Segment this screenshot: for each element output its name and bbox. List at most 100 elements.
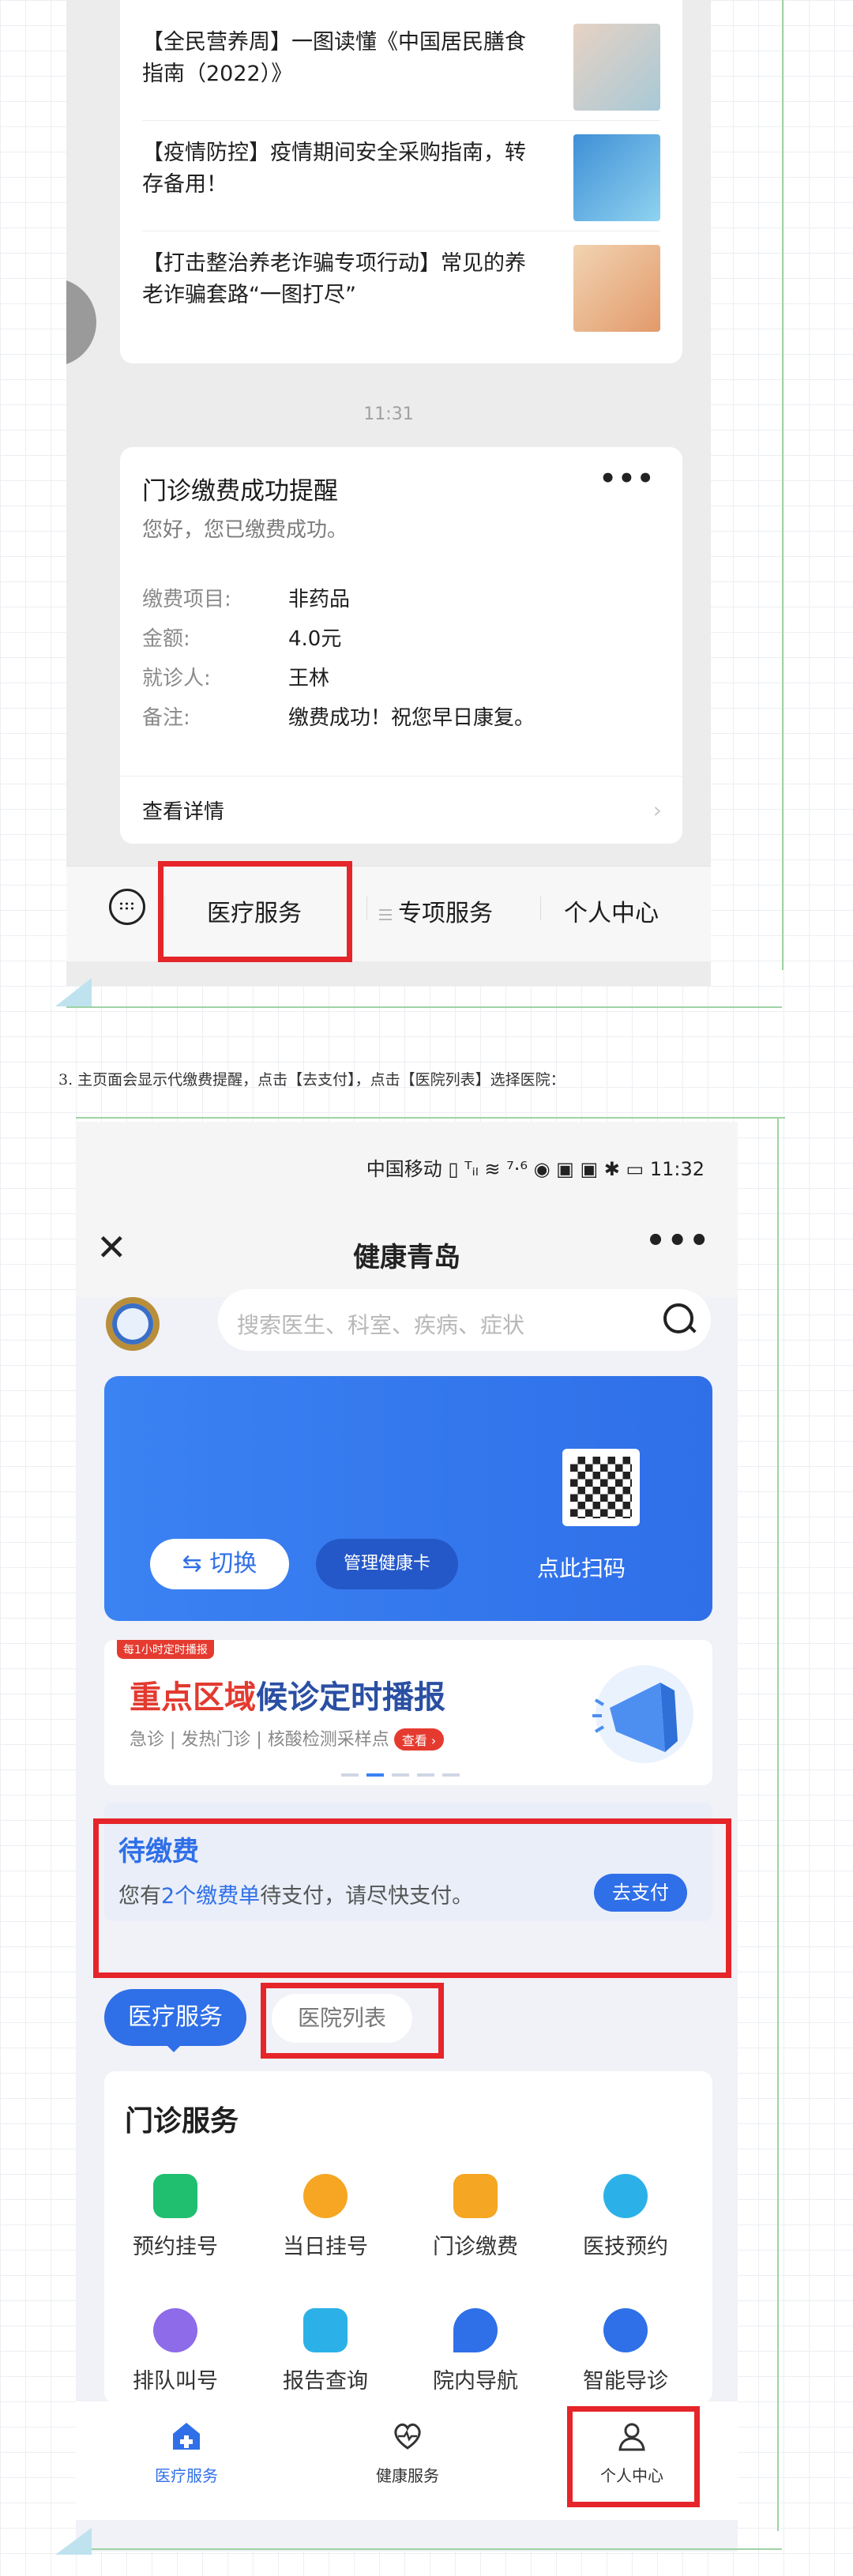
news-thumbnail (573, 24, 660, 111)
scan-label[interactable]: 点此扫码 (537, 1551, 626, 1583)
service-navigation[interactable]: 院内导航 (404, 2308, 547, 2394)
broadcast-banner[interactable]: 每1小时定时播报 重点区域候诊定时播报 急诊 | 发热门诊 | 核酸检测采样点查… (104, 1640, 712, 1785)
outpatient-service-card: 门诊服务 预约挂号 当日挂号 门诊缴费 医技预约 排队叫号 报告查询 院内导航 … (104, 2071, 712, 2403)
row-value: 非药品 (288, 588, 351, 611)
banner-subtitle: 急诊 | 发热门诊 | 核酸检测采样点 查看 › (130, 1725, 445, 1751)
service-exam-booking[interactable]: 医技预约 (554, 2174, 697, 2260)
switch-button[interactable]: ⇆ 切换 (150, 1539, 289, 1589)
highlight-box (158, 861, 352, 962)
list-item[interactable]: 【全民营养周】一图读懂《中国居民膳食指南（2022）》 (142, 9, 660, 121)
banner-sub-text: 急诊 | 发热门诊 | 核酸检测采样点 (130, 1730, 389, 1750)
search-placeholder: 搜索医生、科室、疾病、症状 (237, 1312, 525, 1338)
service-label: 智能导诊 (583, 2369, 668, 2394)
location-pin-icon (453, 2308, 498, 2352)
service-payment[interactable]: 门诊缴费 (404, 2174, 547, 2260)
divider (540, 897, 541, 920)
service-appointment[interactable]: 预约挂号 (104, 2174, 246, 2260)
service-queue[interactable]: 排队叫号 (104, 2308, 246, 2394)
banner-title: 重点区域候诊定时播报 (130, 1672, 445, 1717)
service-label: 当日挂号 (283, 2235, 368, 2259)
megaphone-icon (592, 1665, 693, 1763)
news-thumbnail (573, 134, 660, 221)
list-item[interactable]: 【打击整治养老诈骗专项行动】常见的养老诈骗套路“一图打尽” (142, 231, 660, 341)
row-key: 缴费项目: (142, 588, 231, 611)
step-caption: 3. 主页面会显示代缴费提醒，点击【去支付】，点击【医院列表】选择医院： (58, 1071, 566, 1089)
banner-title-blue: 候诊定时播报 (256, 1679, 445, 1716)
view-button[interactable]: 查看 › (393, 1728, 445, 1751)
dot (366, 1773, 384, 1777)
message-timestamp: 11:31 (363, 404, 414, 424)
corner-decoration (55, 2528, 92, 2555)
row-key: 备注: (142, 706, 190, 730)
section-title: 门诊服务 (125, 2105, 239, 2138)
banner-tag: 每1小时定时播报 (117, 1640, 214, 1659)
app-logo (106, 1297, 160, 1351)
heart-icon (394, 2423, 421, 2450)
wallet-icon (453, 2174, 498, 2218)
row-key: 金额: (142, 627, 190, 651)
view-details-label: 查看详情 (142, 800, 225, 824)
divider (366, 897, 367, 920)
nav-bar: ✕ 健康青岛 ••• (76, 1209, 738, 1297)
highlight-box (261, 1983, 444, 2059)
menu-label: 专项服务 (398, 900, 493, 927)
status-text: 中国移动 ▯ ᵀᵢₗ ≋ ⁷·⁶ ◉ ▣ ▣ ✱ ▭ 11:32 (366, 1158, 705, 1180)
search-icon[interactable] (663, 1303, 693, 1333)
carousel-dots (341, 1765, 468, 1780)
service-report[interactable]: 报告查询 (254, 2308, 396, 2394)
detail-row: 备注: 缴费成功！祝您早日康复。 (142, 701, 535, 731)
frame-line (782, 0, 783, 970)
dot (341, 1773, 359, 1777)
chat-icon (603, 2308, 648, 2352)
keyboard-icon[interactable] (109, 889, 145, 925)
menu-icon (379, 908, 392, 920)
payment-notice-card: 门诊缴费成功提醒 ••• 您好，您已缴费成功。 缴费项目: 非药品 金额: 4.0元… (120, 447, 682, 844)
banner-title-red: 重点区域 (130, 1679, 256, 1716)
tab-medical[interactable]: 医疗服务 (115, 2420, 257, 2486)
tab-label: 健康服务 (376, 2466, 439, 2485)
home-medical-icon (173, 2423, 200, 2450)
row-value: 4.0元 (288, 627, 342, 651)
calendar-icon (153, 2174, 197, 2218)
service-label: 排队叫号 (133, 2369, 218, 2394)
dropper-icon (603, 2174, 648, 2218)
news-title: 【打击整治养老诈骗专项行动】常见的养老诈骗套路“一图打尽” (142, 251, 526, 307)
screenshot-wechat-chat: 【全民营养周】一图读懂《中国居民膳食指南（2022）》 【疫情防控】疫情期间安全… (66, 0, 711, 986)
card-subtitle: 您好，您已缴费成功。 (142, 518, 348, 542)
corner-decoration (55, 978, 92, 1006)
dot (417, 1773, 434, 1777)
row-value: 王林 (288, 667, 330, 690)
frame-line (777, 1117, 779, 2531)
dot (442, 1773, 460, 1777)
person-icon (153, 2308, 197, 2352)
service-smart-guide[interactable]: 智能导诊 (554, 2308, 697, 2394)
frame-line (66, 1006, 782, 1008)
qr-code-icon[interactable] (562, 1449, 640, 1526)
menu-special-service[interactable]: 专项服务 (379, 893, 493, 928)
chevron-right-icon: › (652, 797, 662, 823)
document-icon (303, 2308, 348, 2352)
avatar (66, 278, 96, 367)
page-title: 健康青岛 (353, 1242, 460, 1273)
more-icon[interactable]: ••• (599, 463, 656, 495)
service-label: 门诊缴费 (433, 2235, 518, 2259)
frame-line (66, 2548, 782, 2550)
manage-health-card-button[interactable]: 管理健康卡 (316, 1539, 458, 1589)
news-thumbnail (573, 245, 660, 332)
card-title: 门诊缴费成功提醒 (142, 477, 338, 506)
news-title: 【全民营养周】一图读懂《中国居民膳食指南（2022）》 (142, 30, 526, 86)
service-label: 报告查询 (283, 2369, 368, 2394)
menu-personal-center[interactable]: 个人中心 (564, 893, 659, 928)
highlight-box (93, 1818, 731, 1978)
highlight-box (567, 2406, 700, 2507)
service-same-day[interactable]: 当日挂号 (254, 2174, 396, 2260)
tab-health[interactable]: 健康服务 (336, 2420, 479, 2486)
view-details-link[interactable]: 查看详情 › (120, 776, 682, 844)
detail-row: 金额: 4.0元 (142, 622, 341, 652)
list-item[interactable]: 【疫情防控】疫情期间安全采购指南，转存备用！ (142, 120, 660, 231)
status-bar: 中国移动 ▯ ᵀᵢₗ ≋ ⁷·⁶ ◉ ▣ ▣ ✱ ▭ 11:32 (76, 1122, 738, 1209)
frame-line (76, 1117, 785, 1119)
more-icon[interactable]: ••• (645, 1223, 711, 1259)
tab-medical-service[interactable]: 医疗服务 (104, 1989, 246, 2052)
search-input[interactable]: 搜索医生、科室、疾病、症状 (218, 1289, 711, 1351)
